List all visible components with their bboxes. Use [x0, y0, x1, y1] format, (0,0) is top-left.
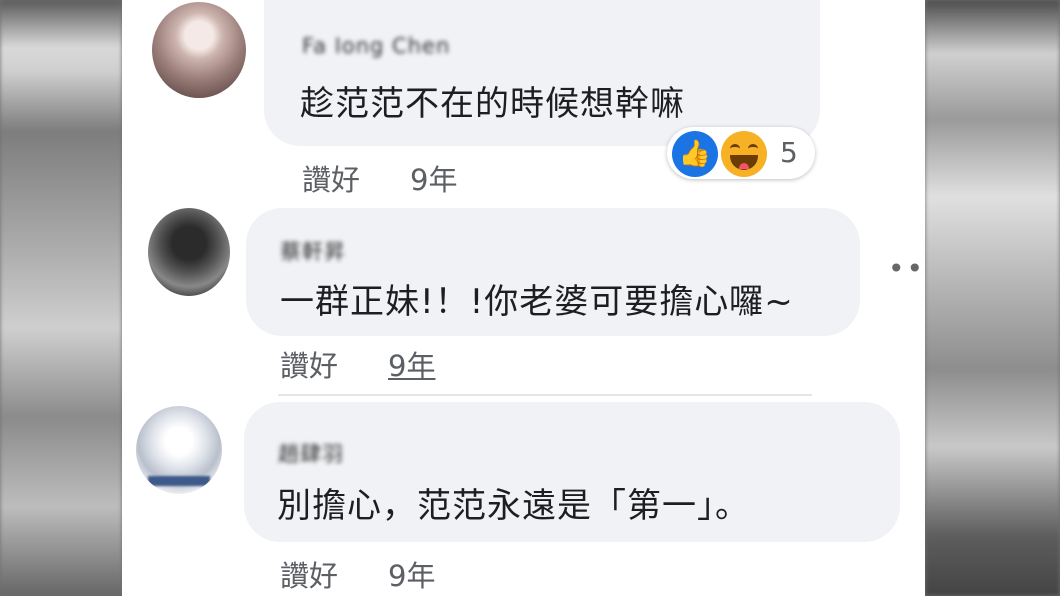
- blurred-background-right: [925, 0, 1060, 596]
- comment-text: 一群正妹!！!你老婆可要擔心囉~: [280, 282, 794, 322]
- comment-timestamp[interactable]: 9年: [388, 349, 435, 383]
- comment-actions: 讚好 9年: [302, 157, 457, 199]
- divider: [278, 394, 812, 396]
- haha-icon: [721, 131, 767, 177]
- avatar[interactable]: [136, 406, 222, 494]
- blurred-background-left: [0, 0, 122, 596]
- like-icon: 👍: [672, 131, 718, 177]
- reaction-count: 5: [780, 136, 798, 169]
- avatar[interactable]: [148, 208, 230, 296]
- comment-text: 別擔心，范范永遠是「第一」。: [277, 486, 750, 526]
- like-action[interactable]: 讚好: [280, 559, 338, 593]
- comment-author-name[interactable]: Fa Iong Chen: [302, 34, 450, 58]
- comment-actions: 讚好 9年: [280, 553, 435, 595]
- comments-panel: Fa Iong Chen 趁范范不在的時候想幹嘛 👍 5 讚好 9年 蔡軒昇 一群…: [122, 0, 925, 596]
- avatar[interactable]: [152, 2, 246, 98]
- comment-author-name[interactable]: 蔡軒昇: [280, 236, 346, 266]
- comment-actions: 讚好 9年: [280, 343, 435, 385]
- comment-timestamp[interactable]: 9年: [410, 163, 457, 197]
- reactions-summary[interactable]: 👍 5: [667, 127, 815, 179]
- comment-text: 趁范范不在的時候想幹嘛: [300, 84, 685, 124]
- like-action[interactable]: 讚好: [280, 349, 338, 383]
- comment-author-name[interactable]: 趙肆羽: [278, 438, 344, 468]
- more-options-icon[interactable]: •••: [888, 252, 925, 285]
- like-action[interactable]: 讚好: [302, 163, 360, 197]
- comment-timestamp[interactable]: 9年: [388, 559, 435, 593]
